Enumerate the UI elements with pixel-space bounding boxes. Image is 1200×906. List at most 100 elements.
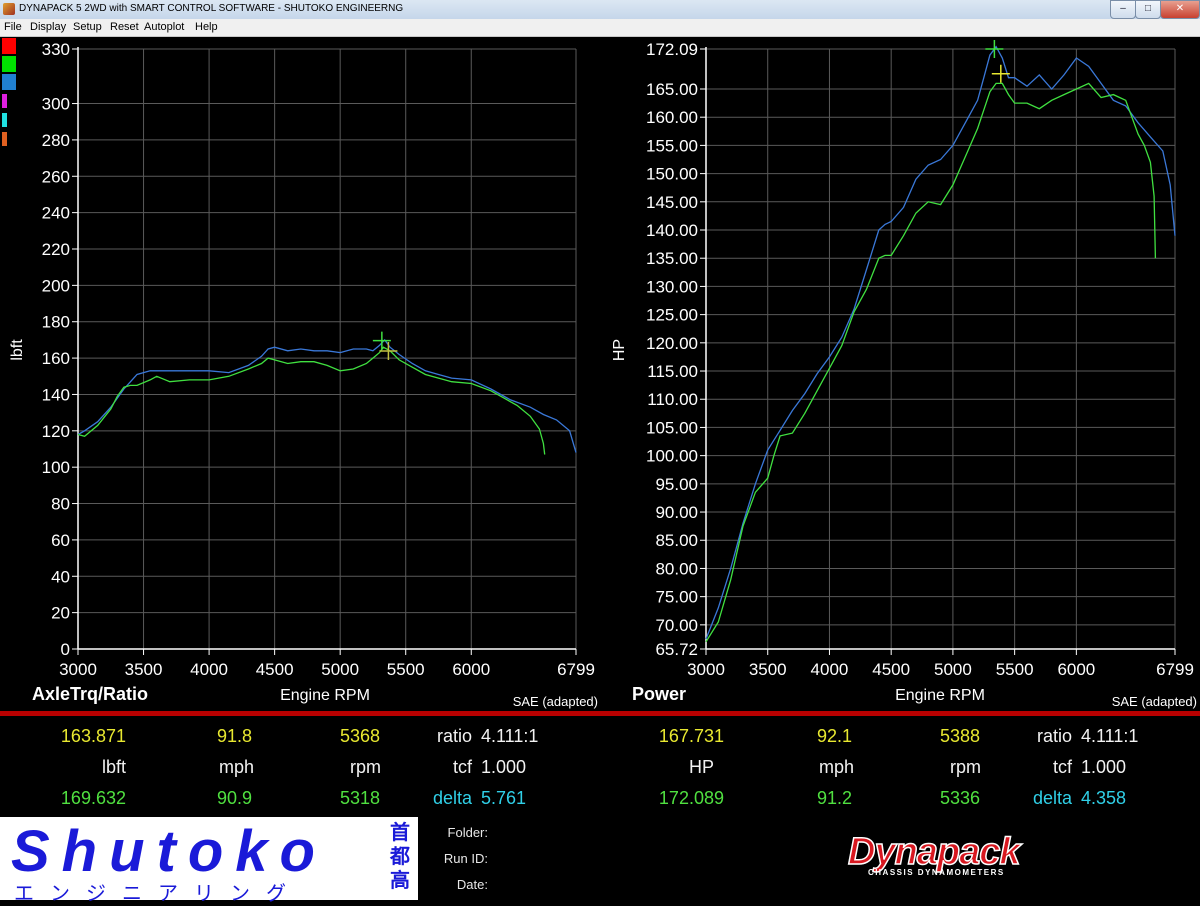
torque-unit: lbft bbox=[101, 757, 126, 777]
dynapack-logo-text: Dynapack bbox=[847, 831, 1021, 873]
power-y-tick-label: 85.00 bbox=[655, 531, 698, 550]
power-x-tick-label: 3500 bbox=[749, 660, 787, 679]
shutoko-logo-katakana: エンジニアリング bbox=[14, 883, 302, 905]
torque-y-tick-label: 160 bbox=[42, 349, 70, 368]
torque-y-tick-label: 280 bbox=[42, 131, 70, 150]
shutoko-logo-kanji: 首 都 高 bbox=[389, 821, 411, 893]
rpm-unit: rpm bbox=[350, 757, 381, 777]
torque-x-axis-label: Engine RPM bbox=[280, 687, 370, 704]
power-y-tick-label: 65.72 bbox=[655, 640, 698, 659]
power-cursor-mph: 92.1 bbox=[816, 726, 852, 746]
torque-x-tick-label: 3000 bbox=[59, 660, 97, 679]
power-y-tick-label: 100.00 bbox=[646, 447, 698, 466]
dynapack-logo: Dynapack CHASSIS DYNAMOMETERS bbox=[847, 831, 1058, 880]
power-peak-value: 172.089 bbox=[658, 788, 724, 808]
folder-label: Folder: bbox=[447, 825, 488, 840]
power-speed-unit: mph bbox=[818, 757, 854, 777]
charts-area: 0 20 40 60 80 100 120 140 160 180 200 220 240 260 280 3… bbox=[9, 40, 1197, 709]
power-y-tick-label: 145.00 bbox=[646, 193, 698, 212]
shutoko-logo-text: Shutoko bbox=[11, 819, 327, 884]
power-y-tick-label: 110.00 bbox=[647, 390, 698, 409]
power-delta-label: delta bbox=[1032, 788, 1072, 808]
power-x-tick-label: 4000 bbox=[811, 660, 849, 679]
power-y-tick-label: 130.00 bbox=[646, 277, 698, 296]
speed-unit: mph bbox=[218, 757, 254, 777]
power-tcf-value: 1.000 bbox=[1081, 757, 1127, 777]
run-id-label: Run ID: bbox=[443, 851, 488, 866]
power-y-tick-label: 155.00 bbox=[646, 136, 698, 155]
power-y-tick-label: 90.00 bbox=[655, 503, 698, 522]
power-cursor-value: 167.731 bbox=[658, 726, 724, 746]
torque-cursor-rpm: 5368 bbox=[339, 726, 380, 746]
power-delta-value: 4.358 bbox=[1081, 788, 1127, 808]
torque-y-tick-label: 200 bbox=[42, 276, 70, 295]
power-peak-mph: 91.2 bbox=[816, 788, 852, 808]
torque-chart[interactable]: 0 20 40 60 80 100 120 140 160 180 200 220 240 260 280 3… bbox=[9, 40, 598, 709]
power-chart[interactable]: 65.72 70.00 75.00 80.00 85.00 90.00 95.00 100.0… bbox=[611, 40, 1197, 709]
power-x-tick-label: 5500 bbox=[996, 660, 1034, 679]
torque-chart-title: AxleTrq/Ratio bbox=[32, 684, 148, 704]
torque-peak-rpm: 5318 bbox=[339, 788, 380, 808]
torque-y-tick-label: 60 bbox=[51, 531, 70, 550]
power-y-tick-label: 70.00 bbox=[655, 616, 698, 635]
torque-x-tick-label: 6799 bbox=[557, 660, 595, 679]
torque-delta-value: 5.761 bbox=[481, 788, 527, 808]
torque-x-tick-label: 4500 bbox=[256, 660, 294, 679]
torque-peak-value: 169.632 bbox=[60, 788, 126, 808]
torque-x-tick-label: 5000 bbox=[321, 660, 359, 679]
torque-x-tick-label: 3500 bbox=[125, 660, 163, 679]
torque-x-tick-label: 6000 bbox=[452, 660, 490, 679]
power-y-tick-label: 150.00 bbox=[646, 165, 698, 184]
power-y-tick-label: 125.00 bbox=[646, 306, 698, 325]
torque-delta-label: delta bbox=[432, 788, 472, 808]
dynapack-logo-subtitle: CHASSIS DYNAMOMETERS bbox=[868, 868, 1005, 877]
kanji-char: 首 bbox=[390, 822, 410, 844]
power-x-tick-label: 6799 bbox=[1156, 660, 1194, 679]
torque-x-tick-label: 4000 bbox=[190, 660, 228, 679]
power-series-1-line bbox=[705, 82, 1157, 643]
readout-separator bbox=[0, 711, 1200, 716]
power-cursor-rpm: 5388 bbox=[939, 726, 980, 746]
torque-sae-note: SAE (adapted) bbox=[513, 694, 598, 709]
torque-peak-mph: 90.9 bbox=[216, 788, 252, 808]
torque-y-axis-label: lbft bbox=[9, 339, 26, 361]
power-ratio-value: 4.111:1 bbox=[1081, 726, 1139, 746]
kanji-char: 高 bbox=[390, 870, 410, 892]
torque-x-tick-label: 5500 bbox=[387, 660, 425, 679]
torque-tcf-label: tcf bbox=[452, 757, 472, 777]
power-cursor-marker-1 bbox=[991, 64, 1010, 83]
torque-y-tick-label: 140 bbox=[42, 385, 70, 404]
torque-series-1-line bbox=[77, 346, 546, 455]
torque-y-tick-label: 40 bbox=[51, 567, 70, 586]
kanji-char: 都 bbox=[390, 846, 410, 868]
power-y-tick-label: 75.00 bbox=[655, 588, 698, 607]
torque-y-tick-label: 240 bbox=[42, 204, 70, 223]
torque-y-tick-label: 0 bbox=[61, 640, 70, 659]
power-y-tick-label: 165.00 bbox=[646, 80, 698, 99]
power-x-tick-label: 3000 bbox=[687, 660, 725, 679]
power-y-tick-label: 95.00 bbox=[655, 475, 698, 494]
power-peak-rpm: 5336 bbox=[939, 788, 980, 808]
torque-cursor-mph: 91.8 bbox=[216, 726, 252, 746]
date-label: Date: bbox=[456, 877, 488, 892]
power-y-tick-label: 172.09 bbox=[646, 40, 698, 59]
power-sae-note: SAE (adapted) bbox=[1112, 694, 1197, 709]
power-x-axis-label: Engine RPM bbox=[895, 687, 985, 704]
torque-y-tick-label: 120 bbox=[42, 422, 70, 441]
torque-y-tick-label: 220 bbox=[42, 240, 70, 259]
power-y-tick-label: 80.00 bbox=[655, 559, 698, 578]
torque-y-tick-label: 300 bbox=[42, 95, 70, 114]
torque-y-tick-label: 20 bbox=[51, 604, 70, 623]
torque-y-tick-label: 80 bbox=[51, 495, 70, 514]
power-y-tick-label: 105.00 bbox=[646, 418, 698, 437]
power-y-tick-label: 115.00 bbox=[647, 362, 698, 381]
power-unit: HP bbox=[688, 757, 714, 777]
torque-y-tick-label: 330 bbox=[42, 40, 70, 59]
power-chart-title: Power bbox=[632, 684, 686, 704]
torque-cursor-value: 163.871 bbox=[60, 726, 126, 746]
torque-tcf-value: 1.000 bbox=[481, 757, 527, 777]
power-y-tick-label: 135.00 bbox=[646, 249, 698, 268]
power-y-tick-label: 120.00 bbox=[646, 334, 698, 353]
power-tcf-label: tcf bbox=[1052, 757, 1072, 777]
power-rpm-unit: rpm bbox=[950, 757, 981, 777]
